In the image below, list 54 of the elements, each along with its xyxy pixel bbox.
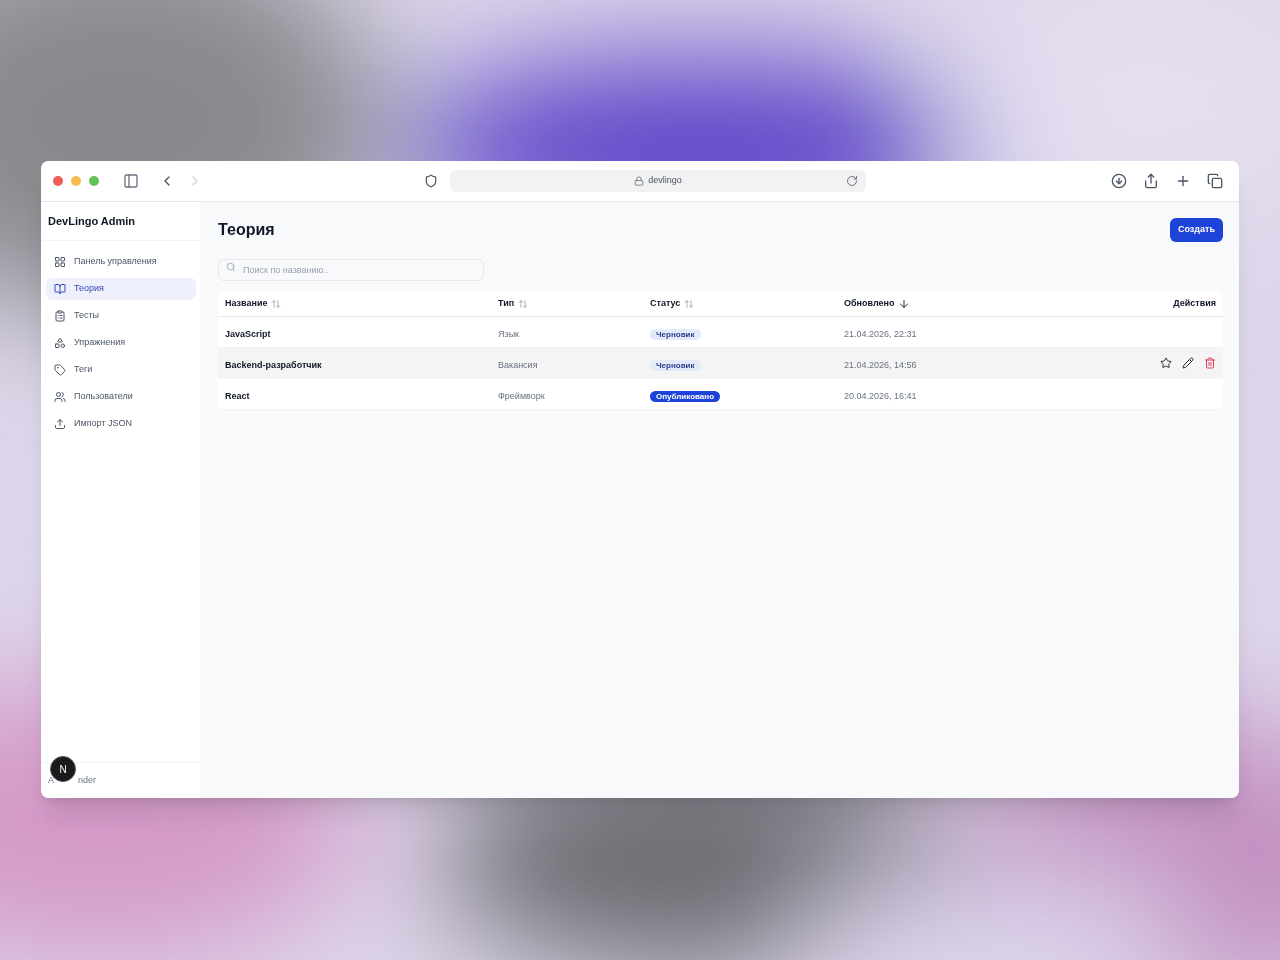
download-icon[interactable] <box>1111 173 1127 189</box>
sidebar-item[interactable]: Тесты <box>46 305 196 327</box>
star-icon[interactable] <box>1160 357 1172 369</box>
sidebar-item[interactable]: Импорт JSON <box>46 413 196 435</box>
sidebar-item[interactable]: Теория <box>46 278 196 300</box>
table-cell: Фреймворк <box>498 391 545 401</box>
status-badge: Черновик <box>650 360 701 371</box>
sidebar-item[interactable]: Теги <box>46 359 196 381</box>
status-badge: Черновик <box>650 329 701 340</box>
clipboard-icon <box>54 310 66 322</box>
status-badge: Опубликовано <box>650 391 720 402</box>
users-icon <box>54 391 66 403</box>
sidebar-item[interactable]: Пользователи <box>46 386 196 408</box>
table-cell: React <box>225 391 250 401</box>
table-cell: Язык <box>498 329 520 339</box>
lock-icon <box>634 176 645 186</box>
create-button[interactable]: Создать <box>1170 218 1223 242</box>
edit-icon[interactable] <box>1182 357 1194 369</box>
table-cell: JavaScript <box>225 329 271 339</box>
share-icon[interactable] <box>1143 173 1159 189</box>
column-header: Обновлено <box>844 296 895 310</box>
grid-icon <box>54 256 66 268</box>
delete-icon[interactable] <box>1204 357 1216 369</box>
address-text: devlingo <box>648 174 682 188</box>
address-bar[interactable]: devlingo <box>450 170 866 192</box>
tabs-overview-icon[interactable] <box>1207 173 1223 189</box>
table-cell: 21.04.2026, 14:56 <box>844 360 917 370</box>
column-header: Название <box>225 296 268 310</box>
search-icon <box>226 262 236 272</box>
table-cell: 21.04.2026, 22:31 <box>844 329 917 339</box>
close-window-icon[interactable] <box>53 176 63 186</box>
sidebar-item[interactable]: Панель управления <box>46 251 196 273</box>
sidebar-item[interactable]: Упражнения <box>46 332 196 354</box>
column-header: Статус <box>650 296 681 310</box>
sidebar-toggle-icon[interactable] <box>123 173 139 189</box>
table-cell: Backend-разработчик <box>225 360 322 370</box>
search-field[interactable]: Поиск по названию.. <box>218 259 484 281</box>
app-title: DevLingo Admin <box>48 213 135 229</box>
new-tab-icon[interactable] <box>1175 173 1191 189</box>
column-header: Тип <box>498 296 515 310</box>
page-title: Теория <box>218 220 275 240</box>
upload-icon <box>54 418 66 430</box>
shield-icon[interactable] <box>424 174 438 188</box>
zoom-window-icon[interactable] <box>89 176 99 186</box>
tag-icon <box>54 364 66 376</box>
sort-descending-icon[interactable] <box>898 297 911 310</box>
shapes-icon <box>54 337 66 349</box>
reload-icon[interactable] <box>846 175 858 187</box>
column-header: Действия <box>1173 296 1216 310</box>
book-icon <box>54 283 66 295</box>
user-name: nder <box>78 773 97 787</box>
table-cell: 20.04.2026, 16:41 <box>844 391 917 401</box>
table-cell: Вакансия <box>498 360 538 370</box>
table-row[interactable]: Backend-разработчик Вакансия Черновик 21.04.2026, 14:56 <box>218 348 1223 379</box>
